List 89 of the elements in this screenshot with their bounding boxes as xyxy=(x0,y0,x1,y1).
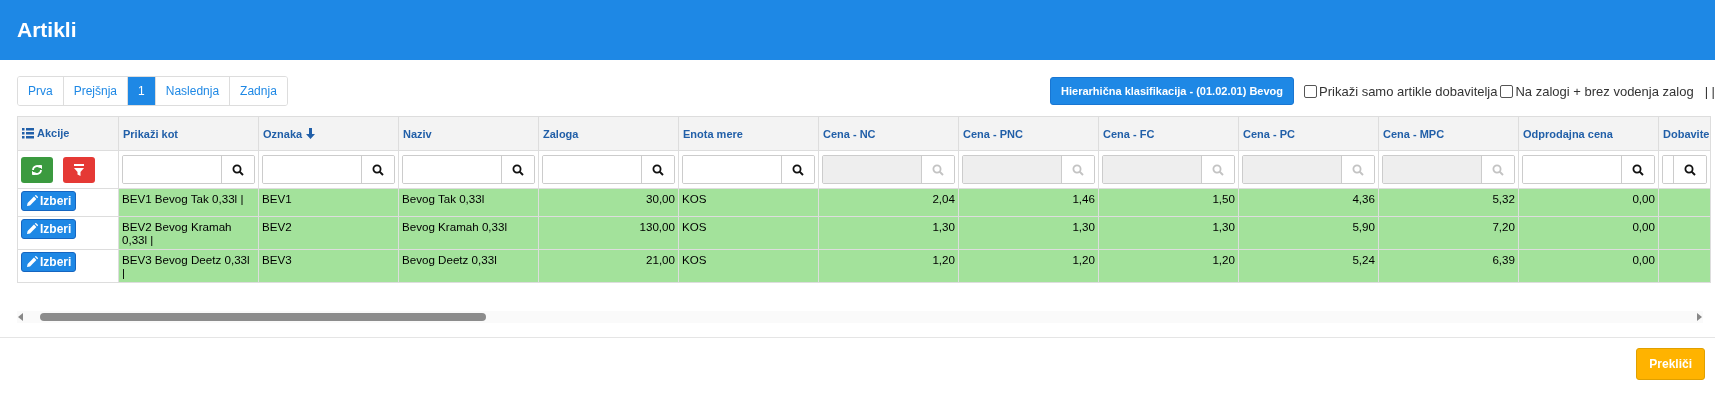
column-header[interactable]: Odprodajna cena xyxy=(1518,116,1659,151)
pencil-icon xyxy=(26,256,38,268)
list-icon xyxy=(22,126,34,139)
pagination-button[interactable]: 1 xyxy=(128,77,156,105)
table-cell: BEV2 xyxy=(262,220,292,233)
column-header[interactable]: Cena - PC xyxy=(1238,116,1379,151)
column-header[interactable]: Akcije xyxy=(17,116,119,151)
table-cell: 7,20 xyxy=(1492,220,1515,233)
filter-field[interactable] xyxy=(122,155,255,184)
scrollbar-thumb[interactable] xyxy=(40,313,486,321)
table-cell: 0,00 xyxy=(1632,253,1655,266)
classification-button[interactable]: Hierarhična klasifikacija - (01.02.01) Bevog xyxy=(1050,77,1294,105)
table-cell: 6,39 xyxy=(1492,253,1515,266)
table-cell: 5,90 xyxy=(1352,220,1375,233)
table-cell: 5,24 xyxy=(1352,253,1375,266)
search-icon xyxy=(1212,163,1224,176)
checkbox[interactable] xyxy=(1500,84,1514,98)
table-cell: 1,20 xyxy=(1212,253,1235,266)
scroll-right-arrow-icon xyxy=(1696,313,1703,321)
table-cell: 1,20 xyxy=(1072,253,1095,266)
table-cell: BEV3 Bevog Deetz 0,33l | xyxy=(122,253,250,279)
table-cell: BEV1 xyxy=(262,192,292,205)
search-icon xyxy=(512,163,524,176)
table-cell: Bevog Kramah 0,33l xyxy=(402,220,508,233)
table-cell: BEV2 Bevog Kramah 0,33l | xyxy=(122,220,232,246)
filter-field[interactable] xyxy=(1522,155,1655,184)
filter-icon xyxy=(73,163,85,176)
table-cell: KOS xyxy=(682,192,707,205)
search-icon xyxy=(1684,163,1696,176)
column-header[interactable]: Oznaka xyxy=(258,116,399,151)
table-cell: 30,00 xyxy=(646,192,675,205)
table-cell: 1,50 xyxy=(1212,192,1235,205)
checkbox[interactable] xyxy=(1304,84,1317,98)
column-header[interactable]: Dobavite xyxy=(1658,116,1711,151)
table-cell: 130,00 xyxy=(639,220,675,233)
table-cell: BEV1 Bevog Tak 0,33l | xyxy=(122,192,244,205)
filter-field[interactable] xyxy=(1662,155,1707,184)
select-button[interactable]: Izberi xyxy=(21,219,77,239)
search-icon xyxy=(232,163,244,176)
table-cell: 1,46 xyxy=(1072,192,1095,205)
search-icon xyxy=(932,163,944,176)
search-icon xyxy=(1492,163,1504,176)
select-button[interactable]: Izberi xyxy=(21,191,77,211)
search-icon xyxy=(1072,163,1084,176)
table-cell: KOS xyxy=(682,220,707,233)
search-icon xyxy=(1352,163,1364,176)
separator-text: | | xyxy=(1704,83,1715,99)
table-cell: 2,04 xyxy=(932,192,955,205)
column-header[interactable]: Naziv xyxy=(398,116,539,151)
column-header[interactable]: Zaloga xyxy=(538,116,679,151)
search-icon xyxy=(792,163,804,176)
column-header[interactable]: Cena - FC xyxy=(1098,116,1239,151)
horizontal-scrollbar[interactable] xyxy=(17,311,1703,323)
refresh-icon xyxy=(31,163,43,176)
table-cell: 1,30 xyxy=(932,220,955,233)
select-button[interactable]: Izberi xyxy=(21,252,77,272)
search-icon xyxy=(652,163,664,176)
table-cell: 1,30 xyxy=(1072,220,1095,233)
filter-field[interactable] xyxy=(402,155,535,184)
table-cell: KOS xyxy=(682,253,707,266)
column-header[interactable]: Cena - PNC xyxy=(958,116,1099,151)
table-cell: 4,36 xyxy=(1352,192,1375,205)
filter-field[interactable] xyxy=(262,155,395,184)
window-title: Artikli xyxy=(17,18,77,42)
refresh-button[interactable] xyxy=(21,156,53,183)
filter-field[interactable] xyxy=(542,155,675,184)
column-header[interactable]: Cena - NC xyxy=(818,116,959,151)
pencil-icon xyxy=(26,195,38,207)
table-cell: 5,32 xyxy=(1492,192,1515,205)
filter-field[interactable] xyxy=(682,155,815,184)
table-cell: 1,20 xyxy=(932,253,955,266)
column-header[interactable]: Enota mere xyxy=(678,116,819,151)
table-cell: 21,00 xyxy=(646,253,675,266)
search-icon xyxy=(1632,163,1644,176)
table-cell: Bevog Deetz 0,33l xyxy=(402,253,497,266)
search-icon xyxy=(372,163,384,176)
scroll-left-arrow-icon xyxy=(17,313,24,321)
table-cell: 0,00 xyxy=(1632,192,1655,205)
filter-button[interactable] xyxy=(63,156,95,183)
checkbox-label: Prikaži samo artikle dobavitelja xyxy=(1319,83,1498,99)
table-cell: Bevog Tak 0,33l xyxy=(402,192,485,205)
pagination-button[interactable]: Prva xyxy=(18,77,64,105)
column-header[interactable]: Prikaži kot xyxy=(118,116,259,151)
table-cell: 1,30 xyxy=(1212,220,1235,233)
column-header[interactable]: Cena - MPC xyxy=(1378,116,1519,151)
pencil-icon xyxy=(26,223,38,235)
checkbox-label: Na zalogi + brez vodenja zalog xyxy=(1515,83,1694,99)
table-cell: BEV3 xyxy=(262,253,292,266)
table-cell: 0,00 xyxy=(1632,220,1655,233)
